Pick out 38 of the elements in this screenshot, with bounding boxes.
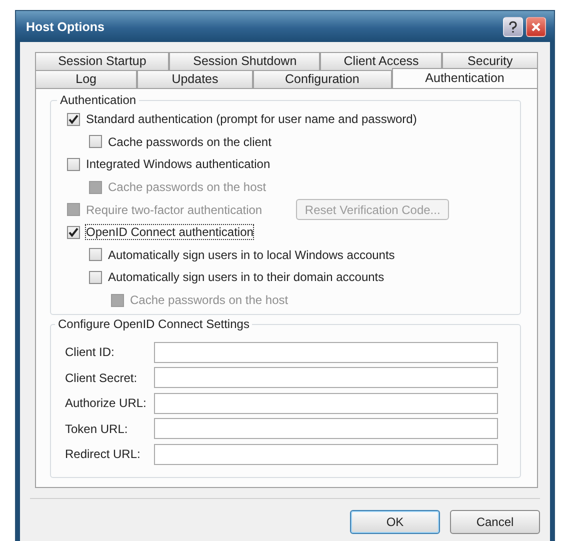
checkbox-label[interactable]: Automatically sign users in to their domain accounts <box>107 269 386 286</box>
checkbox[interactable] <box>67 226 80 239</box>
cancel-button[interactable]: Cancel <box>450 510 540 534</box>
checkbox[interactable] <box>89 248 102 262</box>
checkbox[interactable] <box>89 270 102 284</box>
question-mark-icon <box>508 20 518 32</box>
checkbox-label[interactable]: Standard authentication (prompt for user name and password) <box>85 111 418 128</box>
tab[interactable]: Configuration <box>252 70 392 88</box>
checkbox-label[interactable]: Integrated Windows authentication <box>85 156 272 172</box>
field-label: Client ID: <box>65 345 116 360</box>
tab[interactable]: Log <box>35 70 138 88</box>
field-label: Token URL: <box>65 422 129 436</box>
window-title: Host Options <box>26 20 106 34</box>
tab[interactable]: Session Startup <box>35 52 170 70</box>
field-label: Redirect URL: <box>65 447 142 462</box>
input-field[interactable] <box>154 392 498 414</box>
tab[interactable]: Updates <box>137 70 253 88</box>
checkbox[interactable] <box>67 112 80 126</box>
checkbox-label[interactable]: Automatically sign users in to local Windows accounts <box>107 246 396 263</box>
checkbox[interactable] <box>89 135 102 148</box>
tab[interactable]: Session Shutdown <box>169 52 320 70</box>
checkbox-label[interactable]: OpenID Connect authentication <box>85 224 254 240</box>
checkbox[interactable] <box>67 158 80 171</box>
group-title: Authentication <box>59 93 138 107</box>
tab[interactable]: Client Access <box>320 52 442 70</box>
input-field[interactable] <box>154 342 498 363</box>
checkbox-label[interactable]: Cache passwords on the client <box>107 134 272 150</box>
group-title: Configure OpenID Connect Settings <box>57 317 250 332</box>
input-field[interactable] <box>154 444 498 465</box>
help-button[interactable] <box>503 16 523 36</box>
close-icon <box>531 22 541 32</box>
ok-button[interactable]: OK <box>350 510 440 534</box>
input-field[interactable] <box>154 418 498 440</box>
input-field[interactable] <box>154 367 498 388</box>
field-label: Authorize URL: <box>65 396 148 410</box>
tab[interactable]: Authentication <box>392 68 538 88</box>
field-label: Client Secret: <box>65 370 138 385</box>
close-button[interactable] <box>526 16 546 36</box>
